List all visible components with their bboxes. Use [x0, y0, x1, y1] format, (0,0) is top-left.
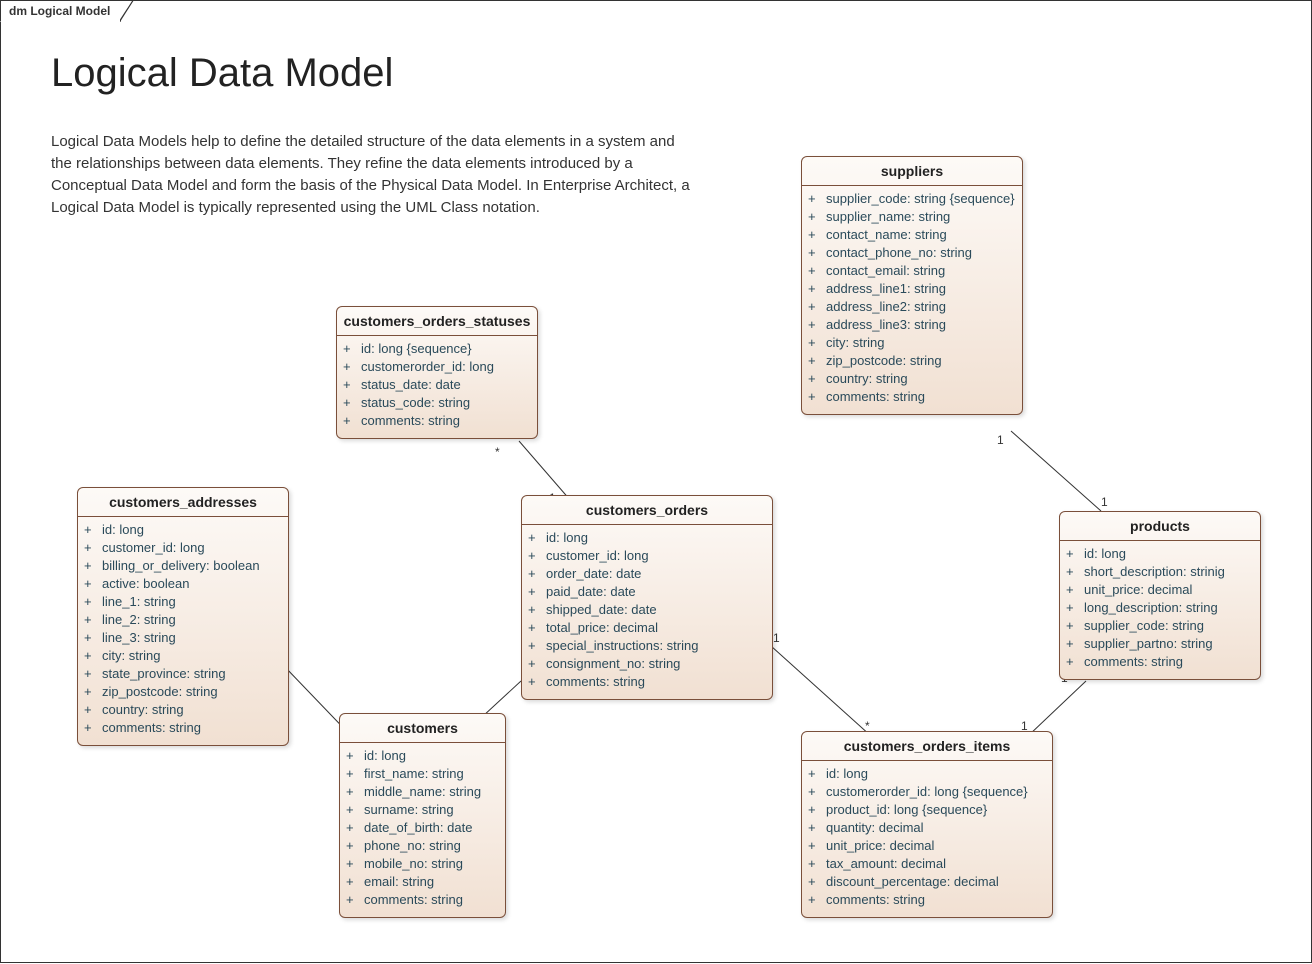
- entity-attributes: +id: long+customer_id: long+order_date: …: [522, 525, 772, 699]
- attribute-row: +id: long {sequence}: [343, 340, 531, 358]
- attribute-row: +comments: string: [343, 412, 531, 430]
- attribute-row: +supplier_code: string {sequence}: [808, 190, 1016, 208]
- attribute-row: +order_date: date: [528, 565, 766, 583]
- attribute-row: +country: string: [84, 701, 282, 719]
- attribute-row: +surname: string: [346, 801, 499, 819]
- attribute-row: +customer_id: long: [528, 547, 766, 565]
- entity-customers-orders-statuses[interactable]: customers_orders_statuses+id: long {sequ…: [336, 306, 538, 439]
- entity-customers-orders-items[interactable]: customers_orders_items+id: long+customer…: [801, 731, 1053, 918]
- attribute-row: +long_description: string: [1066, 599, 1254, 617]
- entity-name: customers: [340, 714, 505, 743]
- attribute-row: +line_3: string: [84, 629, 282, 647]
- attribute-row: +email: string: [346, 873, 499, 891]
- entity-attributes: +id: long {sequence}+customerorder_id: l…: [337, 336, 537, 438]
- entity-attributes: +id: long+customerorder_id: long {sequen…: [802, 761, 1052, 917]
- attribute-row: +active: boolean: [84, 575, 282, 593]
- entity-customers[interactable]: customers+id: long+first_name: string+mi…: [339, 713, 506, 918]
- attribute-row: +zip_postcode: string: [84, 683, 282, 701]
- diagram-canvas: dm Logical Model Logical Data Model Logi…: [0, 0, 1312, 963]
- attribute-row: +address_line3: string: [808, 316, 1016, 334]
- attribute-row: +comments: string: [528, 673, 766, 691]
- attribute-row: +contact_phone_no: string: [808, 244, 1016, 262]
- attribute-row: +contact_email: string: [808, 262, 1016, 280]
- entity-suppliers[interactable]: suppliers+supplier_code: string {sequenc…: [801, 156, 1023, 415]
- attribute-row: +zip_postcode: string: [808, 352, 1016, 370]
- attribute-row: +unit_price: decimal: [1066, 581, 1254, 599]
- attribute-row: +supplier_code: string: [1066, 617, 1254, 635]
- mult-label: 1: [1101, 495, 1108, 509]
- attribute-row: +supplier_partno: string: [1066, 635, 1254, 653]
- attribute-row: +special_instructions: string: [528, 637, 766, 655]
- mult-label: 1: [997, 433, 1004, 447]
- entity-customers-addresses[interactable]: customers_addresses+id: long+customer_id…: [77, 487, 289, 746]
- attribute-row: +city: string: [808, 334, 1016, 352]
- attribute-row: +discount_percentage: decimal: [808, 873, 1046, 891]
- attribute-row: +id: long: [346, 747, 499, 765]
- attribute-row: +first_name: string: [346, 765, 499, 783]
- attribute-row: +phone_no: string: [346, 837, 499, 855]
- attribute-row: +comments: string: [84, 719, 282, 737]
- attribute-row: +customer_id: long: [84, 539, 282, 557]
- attribute-row: +paid_date: date: [528, 583, 766, 601]
- attribute-row: +address_line2: string: [808, 298, 1016, 316]
- attribute-row: +product_id: long {sequence}: [808, 801, 1046, 819]
- attribute-row: +id: long: [528, 529, 766, 547]
- attribute-row: +comments: string: [346, 891, 499, 909]
- attribute-row: +billing_or_delivery: boolean: [84, 557, 282, 575]
- entity-name: customers_orders: [522, 496, 772, 525]
- attribute-row: +id: long: [808, 765, 1046, 783]
- mult-label: 1: [773, 631, 780, 645]
- attribute-row: +state_province: string: [84, 665, 282, 683]
- page-title: Logical Data Model: [51, 51, 393, 96]
- entity-name: customers_orders_items: [802, 732, 1052, 761]
- page-description: Logical Data Models help to define the d…: [51, 131, 691, 219]
- entity-name: products: [1060, 512, 1260, 541]
- attribute-row: +tax_amount: decimal: [808, 855, 1046, 873]
- attribute-row: +supplier_name: string: [808, 208, 1016, 226]
- attribute-row: +customerorder_id: long {sequence}: [808, 783, 1046, 801]
- entity-products[interactable]: products+id: long+short_description: str…: [1059, 511, 1261, 680]
- attribute-row: +comments: string: [808, 891, 1046, 909]
- attribute-row: +country: string: [808, 370, 1016, 388]
- attribute-row: +id: long: [1066, 545, 1254, 563]
- attribute-row: +status_code: string: [343, 394, 531, 412]
- attribute-row: +total_price: decimal: [528, 619, 766, 637]
- attribute-row: +consignment_no: string: [528, 655, 766, 673]
- attribute-row: +address_line1: string: [808, 280, 1016, 298]
- entity-attributes: +id: long+customer_id: long+billing_or_d…: [78, 517, 288, 745]
- attribute-row: +shipped_date: date: [528, 601, 766, 619]
- attribute-row: +id: long: [84, 521, 282, 539]
- entity-attributes: +id: long+short_description: strinig+uni…: [1060, 541, 1260, 679]
- attribute-row: +contact_name: string: [808, 226, 1016, 244]
- diagram-tab: dm Logical Model: [0, 0, 121, 22]
- attribute-row: +quantity: decimal: [808, 819, 1046, 837]
- entity-attributes: +id: long+first_name: string+middle_name…: [340, 743, 505, 917]
- attribute-row: +date_of_birth: date: [346, 819, 499, 837]
- entity-customers-orders[interactable]: customers_orders+id: long+customer_id: l…: [521, 495, 773, 700]
- attribute-row: +unit_price: decimal: [808, 837, 1046, 855]
- attribute-row: +city: string: [84, 647, 282, 665]
- attribute-row: +line_2: string: [84, 611, 282, 629]
- entity-attributes: +supplier_code: string {sequence}+suppli…: [802, 186, 1022, 414]
- attribute-row: +customerorder_id: long: [343, 358, 531, 376]
- mult-label: *: [495, 445, 500, 459]
- entity-name: customers_addresses: [78, 488, 288, 517]
- attribute-row: +comments: string: [1066, 653, 1254, 671]
- entity-name: customers_orders_statuses: [337, 307, 537, 336]
- entity-name: suppliers: [802, 157, 1022, 186]
- attribute-row: +comments: string: [808, 388, 1016, 406]
- attribute-row: +short_description: strinig: [1066, 563, 1254, 581]
- attribute-row: +line_1: string: [84, 593, 282, 611]
- attribute-row: +mobile_no: string: [346, 855, 499, 873]
- attribute-row: +status_date: date: [343, 376, 531, 394]
- attribute-row: +middle_name: string: [346, 783, 499, 801]
